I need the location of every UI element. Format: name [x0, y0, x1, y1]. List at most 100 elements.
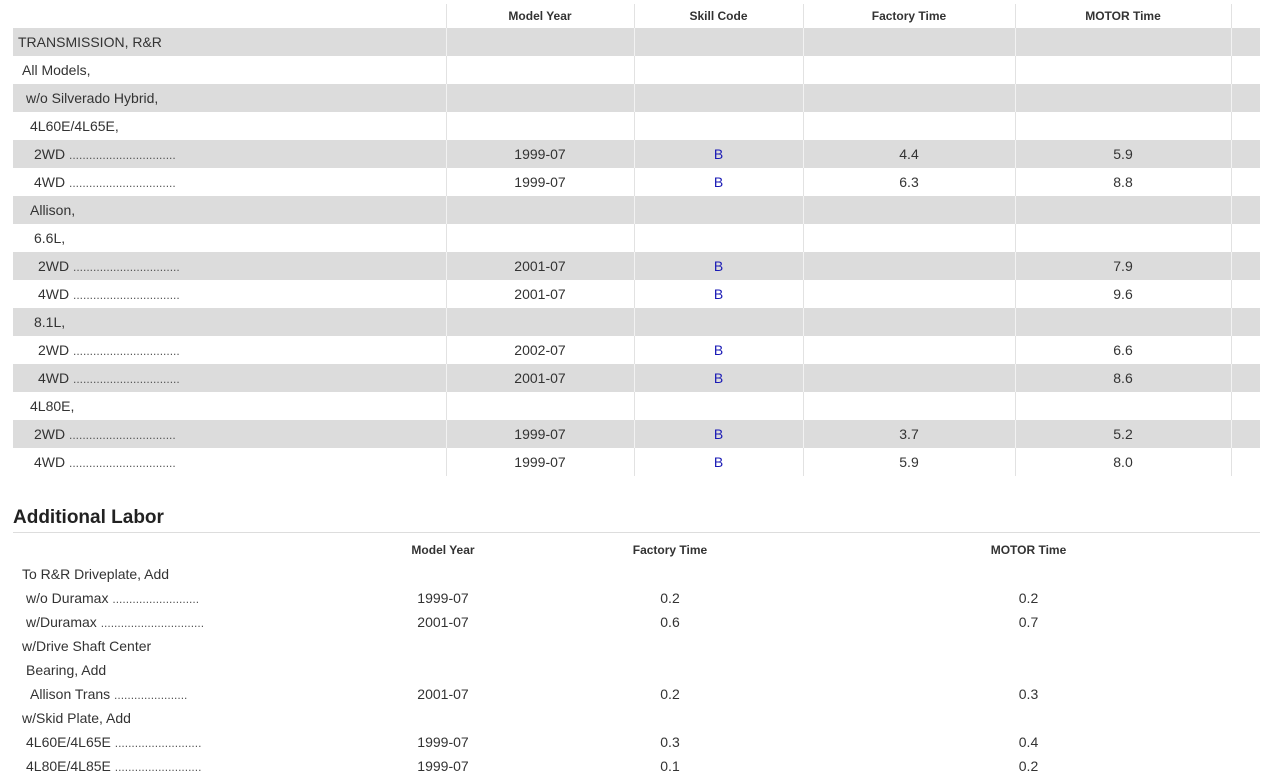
motor-time-cell: [767, 658, 1277, 682]
additional-row: w/Skid Plate, Add: [13, 706, 1277, 730]
row-description: 4WD ................................: [13, 168, 446, 196]
row-label: Bearing, Add: [26, 662, 107, 678]
row-label: w/o Duramax: [26, 590, 109, 606]
skill-code-cell: [633, 224, 803, 252]
factory-time-cell: [802, 336, 1015, 364]
motor-time-cell: 5.9: [1014, 140, 1231, 168]
skill-code-cell: B: [633, 364, 803, 392]
table-row: All Models,: [13, 56, 1260, 84]
row-description: 2WD ................................: [13, 252, 446, 280]
row-description: Allison,: [13, 196, 446, 224]
table-header-row: Model Year Skill Code Factory Time MOTOR…: [13, 4, 1260, 28]
model-year-cell: 1999-07: [417, 734, 469, 750]
extra-cell: [1230, 364, 1260, 392]
column-header-description: [13, 4, 446, 28]
table-row: w/o Silverado Hybrid,: [13, 84, 1260, 112]
leader-dots: ................................: [73, 288, 180, 302]
factory-time-cell: 3.7: [802, 420, 1015, 448]
table-row: 2WD ................................ 2001…: [13, 252, 1260, 280]
additional-row: 4L80E/4L85E .......................... 19…: [13, 754, 1277, 778]
extra-cell: [1230, 140, 1260, 168]
factory-time-cell: 0.3: [660, 734, 680, 750]
motor-time-cell: [1014, 56, 1231, 84]
skill-code-cell: [633, 112, 803, 140]
skill-code: B: [713, 454, 724, 470]
row-label: 4L60E/4L65E: [26, 734, 111, 750]
table-row: 6.6L,: [13, 224, 1260, 252]
model-year-cell: [445, 112, 634, 140]
factory-time-cell: 0.2: [660, 590, 680, 606]
leader-dots: ......................: [114, 688, 188, 702]
motor-time-cell: [767, 562, 1277, 586]
extra-cell: [1230, 112, 1260, 140]
motor-time-cell: 7.9: [1014, 252, 1231, 280]
motor-time-cell: [1014, 308, 1231, 336]
skill-code: B: [713, 342, 724, 358]
skill-code: B: [713, 258, 724, 274]
skill-code-cell: B: [633, 448, 803, 476]
additional-row: w/Drive Shaft Center: [13, 634, 1277, 658]
table-row: 4WD ................................ 2001…: [13, 280, 1260, 308]
additional-labor-title: Additional Labor: [13, 507, 164, 528]
motor-time-cell: [767, 706, 1277, 730]
row-description: 4WD ................................: [13, 364, 446, 392]
factory-time-cell: [802, 364, 1015, 392]
table-row: 4WD ................................ 1999…: [13, 448, 1260, 476]
column-header-skill-code: Skill Code: [633, 4, 803, 28]
table-row: TRANSMISSION, R&R: [13, 28, 1260, 56]
row-label: 4WD: [34, 174, 66, 190]
factory-time-cell: [802, 308, 1015, 336]
table-row: 4WD ................................ 2001…: [13, 364, 1260, 392]
row-label: 4L80E,: [30, 398, 75, 414]
model-year-cell: 1999-07: [445, 140, 634, 168]
additional-labor-body: To R&R Driveplate, Add w/o Duramax ......…: [13, 562, 1277, 778]
row-label: To R&R Driveplate, Add: [22, 566, 170, 582]
table-row: 8.1L,: [13, 308, 1260, 336]
factory-time-cell: [802, 280, 1015, 308]
row-label: Allison,: [30, 202, 76, 218]
factory-time-cell: [573, 562, 767, 586]
model-year-cell: 1999-07: [445, 448, 634, 476]
additional-description: w/Skid Plate, Add: [13, 706, 313, 730]
model-year-cell: 2002-07: [445, 336, 634, 364]
row-description: 2WD ................................: [13, 336, 446, 364]
row-label: Allison Trans: [30, 686, 111, 702]
model-year-cell: [445, 56, 634, 84]
extra-cell: [1230, 224, 1260, 252]
skill-code-cell: B: [633, 336, 803, 364]
motor-time-cell: [1014, 84, 1231, 112]
motor-time-cell: 0.2: [1018, 758, 1039, 774]
additional-description: To R&R Driveplate, Add: [13, 562, 313, 586]
extra-cell: [1230, 168, 1260, 196]
model-year-cell: 2001-07: [445, 364, 634, 392]
motor-time-cell: 0.7: [1018, 614, 1039, 630]
column-header-extra: [1230, 4, 1260, 28]
skill-code-cell: B: [633, 168, 803, 196]
model-year-cell: 2001-07: [445, 280, 634, 308]
skill-code-cell: [633, 84, 803, 112]
extra-cell: [1230, 84, 1260, 112]
skill-code: B: [713, 370, 724, 386]
additional-header-description: [13, 538, 313, 562]
extra-cell: [1230, 28, 1260, 56]
row-label: 4L60E/4L65E,: [30, 118, 119, 134]
additional-row: Allison Trans ...................... 2001…: [13, 682, 1277, 706]
extra-cell: [1230, 420, 1260, 448]
row-label: TRANSMISSION, R&R: [18, 34, 162, 50]
motor-time-cell: 8.6: [1014, 364, 1231, 392]
motor-time-cell: 0.4: [1018, 734, 1039, 750]
skill-code-cell: B: [633, 280, 803, 308]
additional-row: To R&R Driveplate, Add: [13, 562, 1277, 586]
motor-time-cell: [1014, 196, 1231, 224]
additional-description: w/Duramax ..............................…: [13, 610, 313, 634]
model-year-cell: 2001-07: [417, 614, 469, 630]
factory-time-cell: 0.2: [660, 686, 680, 702]
additional-row: 4L60E/4L65E .......................... 19…: [13, 730, 1277, 754]
model-year-cell: [445, 308, 634, 336]
row-label: 6.6L,: [34, 230, 66, 246]
motor-time-cell: [1014, 392, 1231, 420]
model-year-cell: 1999-07: [445, 168, 634, 196]
row-description: w/o Silverado Hybrid,: [13, 84, 446, 112]
table-row: 2WD ................................ 1999…: [13, 140, 1260, 168]
factory-time-cell: [802, 84, 1015, 112]
